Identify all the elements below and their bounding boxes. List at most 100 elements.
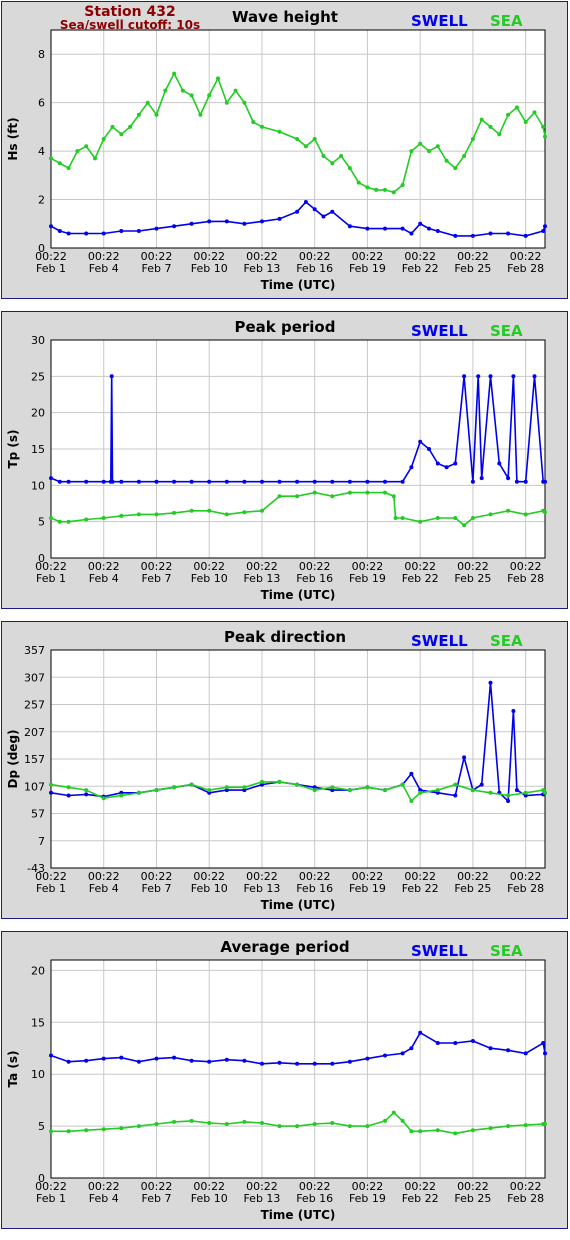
swell-point [109, 374, 114, 379]
x-axis-label: Time (UTC) [261, 1208, 336, 1222]
sea-point [66, 166, 71, 171]
sea-point [154, 788, 159, 793]
sea-point [180, 88, 185, 93]
y-axis-label: Tp (s) [6, 429, 20, 468]
swell-point [409, 231, 414, 236]
sea-point [224, 785, 229, 790]
sea-point [339, 154, 344, 158]
x-tick-date: Feb 28 [507, 262, 544, 275]
sea-point [514, 105, 519, 110]
y-tick-label: 10 [31, 1068, 45, 1081]
swell-point [57, 479, 62, 484]
sea-point [383, 1118, 387, 1123]
sea-point [391, 494, 396, 499]
sea-point [242, 1119, 247, 1124]
y-tick-label: 4 [38, 145, 45, 158]
sea-point [154, 112, 159, 117]
sea-point [295, 494, 300, 499]
swell-point [57, 229, 62, 233]
sea-point [356, 180, 361, 185]
swell-point [383, 1053, 387, 1058]
sea-point [409, 799, 414, 803]
swell-point [172, 1055, 177, 1060]
sea-point [101, 137, 106, 141]
sea-point [435, 144, 440, 149]
swell-point [189, 479, 194, 484]
sea-point [57, 161, 62, 166]
swell-point [321, 214, 326, 219]
y-tick-label: 7 [38, 835, 45, 848]
y-tick-label: 6 [38, 97, 45, 110]
swell-point [506, 231, 511, 236]
sea-point [435, 788, 440, 793]
swell-point [479, 782, 484, 787]
x-tick-date: Feb 16 [296, 572, 333, 585]
x-tick-date: Feb 19 [349, 262, 386, 275]
sea-point [506, 793, 511, 798]
swell-point [189, 1058, 194, 1063]
swell-point [303, 200, 308, 204]
swell-point [172, 479, 177, 484]
sea-point [198, 112, 203, 117]
sea-point [57, 519, 62, 524]
x-tick-date: Feb 13 [243, 572, 280, 585]
sea-point [347, 1124, 352, 1129]
swell-point [330, 479, 335, 484]
sea-point [163, 88, 168, 93]
sea-point [488, 790, 493, 795]
sea-point [84, 517, 89, 522]
swell-point [488, 231, 493, 236]
sea-point [497, 132, 502, 137]
sea-point [543, 134, 547, 139]
swell-point [488, 374, 493, 379]
swell-point [224, 479, 229, 484]
sea-point [49, 1129, 53, 1134]
x-tick-date: Feb 28 [507, 882, 544, 895]
legend-swell: SWELL [411, 632, 468, 650]
x-axis-label: Time (UTC) [261, 278, 336, 292]
sea-point [66, 519, 71, 524]
x-tick-date: Feb 19 [349, 882, 386, 895]
swell-point [312, 1061, 317, 1066]
swell-point [277, 479, 282, 484]
sea-point [393, 516, 398, 520]
sea-point [312, 137, 317, 141]
sea-point [277, 1124, 282, 1129]
swell-point [365, 479, 370, 484]
sea-point [435, 516, 440, 520]
x-axis-label: Time (UTC) [261, 898, 336, 912]
sea-point [260, 779, 264, 784]
sea-point [523, 1123, 528, 1128]
x-tick-date: Feb 7 [141, 262, 171, 275]
sea-point [312, 1122, 317, 1126]
sea-point [365, 490, 370, 495]
sea-point [242, 510, 247, 515]
x-tick-date: Feb 1 [36, 882, 66, 895]
y-tick-label: 357 [24, 644, 45, 657]
sea-point [189, 782, 194, 787]
y-axis-label: Ta (s) [6, 1050, 20, 1087]
sea-point [400, 782, 405, 787]
sea-point [383, 187, 387, 192]
sea-point [49, 782, 53, 787]
sea-point [330, 494, 335, 499]
y-tick-label: 5 [38, 1120, 45, 1133]
y-tick-label: 15 [31, 443, 45, 456]
y-tick-label: 2 [38, 194, 45, 207]
legend-swell: SWELL [411, 322, 468, 340]
sea-point [145, 100, 150, 105]
sea-point [543, 510, 547, 515]
x-tick-date: Feb 25 [454, 262, 491, 275]
swell-point [330, 1061, 335, 1066]
sea-point [488, 1126, 493, 1131]
sea-point [172, 785, 177, 790]
sea-point [435, 1128, 440, 1133]
sea-point [84, 144, 89, 149]
swell-point [506, 1048, 511, 1053]
sea-point [462, 523, 467, 528]
swell-point [224, 219, 229, 224]
x-tick-date: Feb 4 [89, 262, 119, 275]
sea-point [154, 1122, 159, 1126]
sea-point [84, 788, 89, 793]
sea-point [418, 790, 423, 795]
